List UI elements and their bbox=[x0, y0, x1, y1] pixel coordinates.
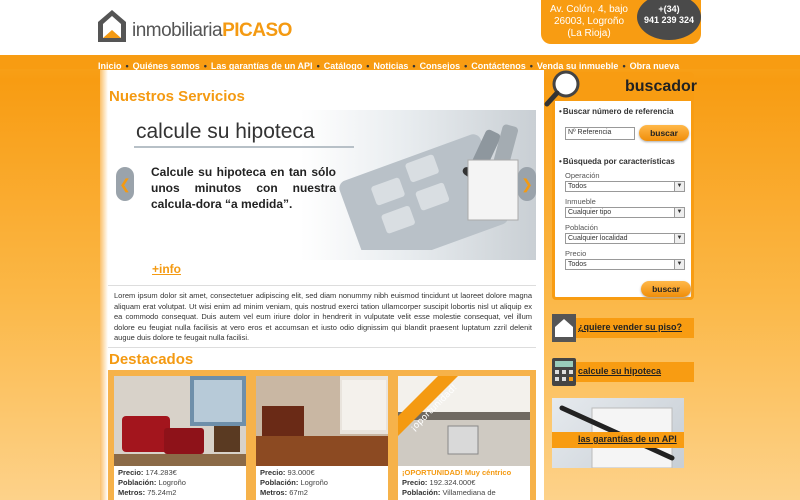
slide-title: calcule su hipoteca bbox=[136, 120, 315, 143]
featured-listings: Precio: 174.283€ Población: Logroño Metr… bbox=[108, 370, 536, 500]
magnifier-icon bbox=[544, 70, 580, 107]
listing-photo bbox=[256, 376, 388, 466]
ref-search-label: Buscar número de referencia bbox=[559, 107, 674, 116]
divider bbox=[108, 347, 536, 348]
nav-item[interactable]: Obra nueva bbox=[630, 61, 680, 71]
calculator-icon bbox=[552, 358, 576, 386]
main-content: Nuestros Servicios calcule su hipoteca C… bbox=[108, 70, 544, 500]
chevron-down-icon: ▼ bbox=[674, 208, 684, 217]
brand-name: inmobiliariaPICASO bbox=[132, 20, 292, 41]
guarantees-promo-link[interactable]: las garantías de un API bbox=[578, 434, 677, 444]
logo[interactable]: inmobiliariaPICASO bbox=[96, 8, 292, 48]
filter-label-price: Precio bbox=[565, 249, 587, 258]
operation-select[interactable]: Todos ▼ bbox=[565, 181, 685, 192]
mortgage-promo[interactable]: calcule su hipoteca bbox=[552, 358, 694, 386]
search-ref-button[interactable]: buscar bbox=[639, 125, 689, 141]
listing-details: ¡OPORTUNIDAD! Muy céntrico Precio: 192.3… bbox=[402, 468, 512, 497]
slider-prev-button[interactable]: ❮ bbox=[116, 167, 134, 201]
contact-box: Av. Colón, 4, bajo 26003, Logroño (La Ri… bbox=[541, 0, 701, 44]
calculator-keys-image bbox=[339, 124, 519, 250]
filter-label-property: Inmueble bbox=[565, 197, 596, 206]
main-shadow bbox=[100, 70, 108, 500]
mortgage-promo-link[interactable]: calcule su hipoteca bbox=[578, 366, 661, 376]
guarantees-promo[interactable]: las garantías de un API bbox=[552, 398, 684, 468]
address: Av. Colón, 4, bajo 26003, Logroño (La Ri… bbox=[549, 4, 628, 39]
hero-slider: calcule su hipoteca Calcule su hipoteca … bbox=[108, 110, 536, 278]
listing-details: Precio: 93.000€ Población: Logroño Metro… bbox=[260, 468, 328, 497]
reference-input[interactable]: Nº Referencia bbox=[565, 127, 635, 140]
phone-bubble: +(34) 941 239 324 bbox=[637, 0, 701, 40]
nav-separator: • bbox=[622, 61, 626, 71]
location-select[interactable]: Cualquier localidad ▼ bbox=[565, 233, 685, 244]
slide-text: Calcule su hipoteca en tan sólo unos min… bbox=[151, 165, 336, 211]
chevron-down-icon: ▼ bbox=[674, 260, 684, 269]
divider bbox=[108, 285, 536, 286]
price-select[interactable]: Todos ▼ bbox=[565, 259, 685, 270]
chevron-down-icon: ▼ bbox=[674, 182, 684, 191]
slide-title-underline bbox=[134, 146, 354, 148]
property-type-select[interactable]: Cualquier tipo ▼ bbox=[565, 207, 685, 218]
chevron-down-icon: ▼ bbox=[674, 234, 684, 243]
listing-photo: ¡oportunidad! bbox=[398, 376, 530, 466]
listing-details: Precio: 174.283€ Población: Logroño Metr… bbox=[118, 468, 186, 497]
filter-label-location: Población bbox=[565, 223, 598, 232]
house-logo-icon bbox=[98, 10, 126, 42]
more-info-link[interactable]: +info bbox=[152, 262, 181, 276]
sell-promo[interactable]: ¿quiere vender su piso? bbox=[552, 314, 694, 342]
chevron-right-icon: ❯ bbox=[521, 176, 533, 192]
header: inmobiliariaPICASO Av. Colón, 4, bajo 26… bbox=[0, 0, 800, 54]
search-panel-title: buscador bbox=[625, 78, 698, 95]
services-description: Lorem ipsum dolor sit amet, consectetuer… bbox=[114, 291, 532, 342]
chevron-left-icon: ❮ bbox=[119, 176, 131, 192]
slider-next-button[interactable]: ❯ bbox=[518, 167, 536, 201]
search-features-button[interactable]: buscar bbox=[641, 281, 691, 297]
listing-photo bbox=[114, 376, 246, 466]
featured-title: Destacados bbox=[109, 351, 194, 368]
sell-promo-link[interactable]: ¿quiere vender su piso? bbox=[578, 322, 682, 332]
listing-card[interactable]: Precio: 174.283€ Población: Logroño Metr… bbox=[114, 376, 246, 500]
filter-label-operation: Operación bbox=[565, 171, 600, 180]
listing-card[interactable]: Precio: 93.000€ Población: Logroño Metro… bbox=[256, 376, 388, 500]
features-search-label: Búsqueda por características bbox=[559, 157, 675, 166]
house-icon bbox=[552, 314, 576, 342]
main-nav: Inicio • Quiénes somos • Las garantías de un… bbox=[0, 54, 800, 71]
listing-card[interactable]: ¡oportunidad! ¡OPORTUNIDAD! Muy céntrico… bbox=[398, 376, 530, 500]
services-title: Nuestros Servicios bbox=[109, 88, 245, 105]
